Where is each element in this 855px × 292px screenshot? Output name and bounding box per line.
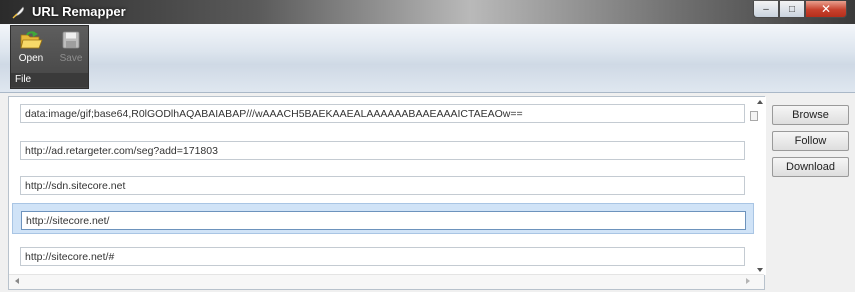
save-button[interactable]: Save bbox=[57, 29, 85, 73]
url-field-active[interactable] bbox=[21, 211, 746, 230]
window-title: URL Remapper bbox=[32, 4, 126, 19]
app-feather-icon bbox=[12, 6, 24, 19]
url-row[interactable] bbox=[12, 97, 754, 128]
url-remapper-window: URL Remapper – □ ✕ Open Save File data:i… bbox=[0, 0, 855, 292]
url-field[interactable] bbox=[20, 247, 745, 266]
follow-button[interactable]: Follow bbox=[772, 131, 849, 151]
floppy-disk-icon bbox=[62, 31, 80, 49]
scroll-right-arrow-icon[interactable] bbox=[746, 278, 750, 284]
url-field[interactable] bbox=[20, 104, 745, 123]
url-row-selected[interactable] bbox=[12, 203, 754, 234]
url-field[interactable] bbox=[20, 176, 745, 195]
url-field[interactable] bbox=[20, 141, 745, 160]
scroll-up-arrow-icon[interactable] bbox=[757, 100, 763, 104]
open-folder-icon bbox=[20, 31, 43, 49]
ribbon: Open Save File bbox=[0, 24, 855, 93]
open-label: Open bbox=[18, 53, 44, 64]
maximize-button[interactable]: □ bbox=[779, 1, 805, 18]
url-row[interactable] bbox=[12, 240, 754, 271]
url-list-panel bbox=[8, 96, 766, 290]
scroll-thumb[interactable] bbox=[750, 111, 758, 121]
browse-button[interactable]: Browse bbox=[772, 105, 849, 125]
file-group-label: File bbox=[11, 73, 88, 87]
file-group: Open Save File bbox=[10, 25, 89, 89]
scroll-down-arrow-icon[interactable] bbox=[757, 268, 763, 272]
window-controls: – □ ✕ bbox=[753, 1, 847, 19]
open-button[interactable]: Open bbox=[17, 29, 45, 73]
scroll-left-arrow-icon[interactable] bbox=[15, 278, 19, 284]
save-label: Save bbox=[59, 53, 83, 64]
url-list bbox=[9, 97, 766, 275]
title-bar[interactable]: URL Remapper – □ ✕ bbox=[0, 0, 855, 24]
minimize-button[interactable]: – bbox=[753, 1, 779, 18]
horizontal-scrollbar[interactable] bbox=[9, 274, 764, 289]
download-button[interactable]: Download bbox=[772, 157, 849, 177]
url-row[interactable] bbox=[12, 134, 754, 165]
url-row[interactable] bbox=[12, 169, 754, 200]
action-buttons: Browse Follow Download bbox=[772, 105, 849, 183]
vertical-scrollbar[interactable] bbox=[750, 97, 766, 275]
close-button[interactable]: ✕ bbox=[805, 1, 847, 18]
